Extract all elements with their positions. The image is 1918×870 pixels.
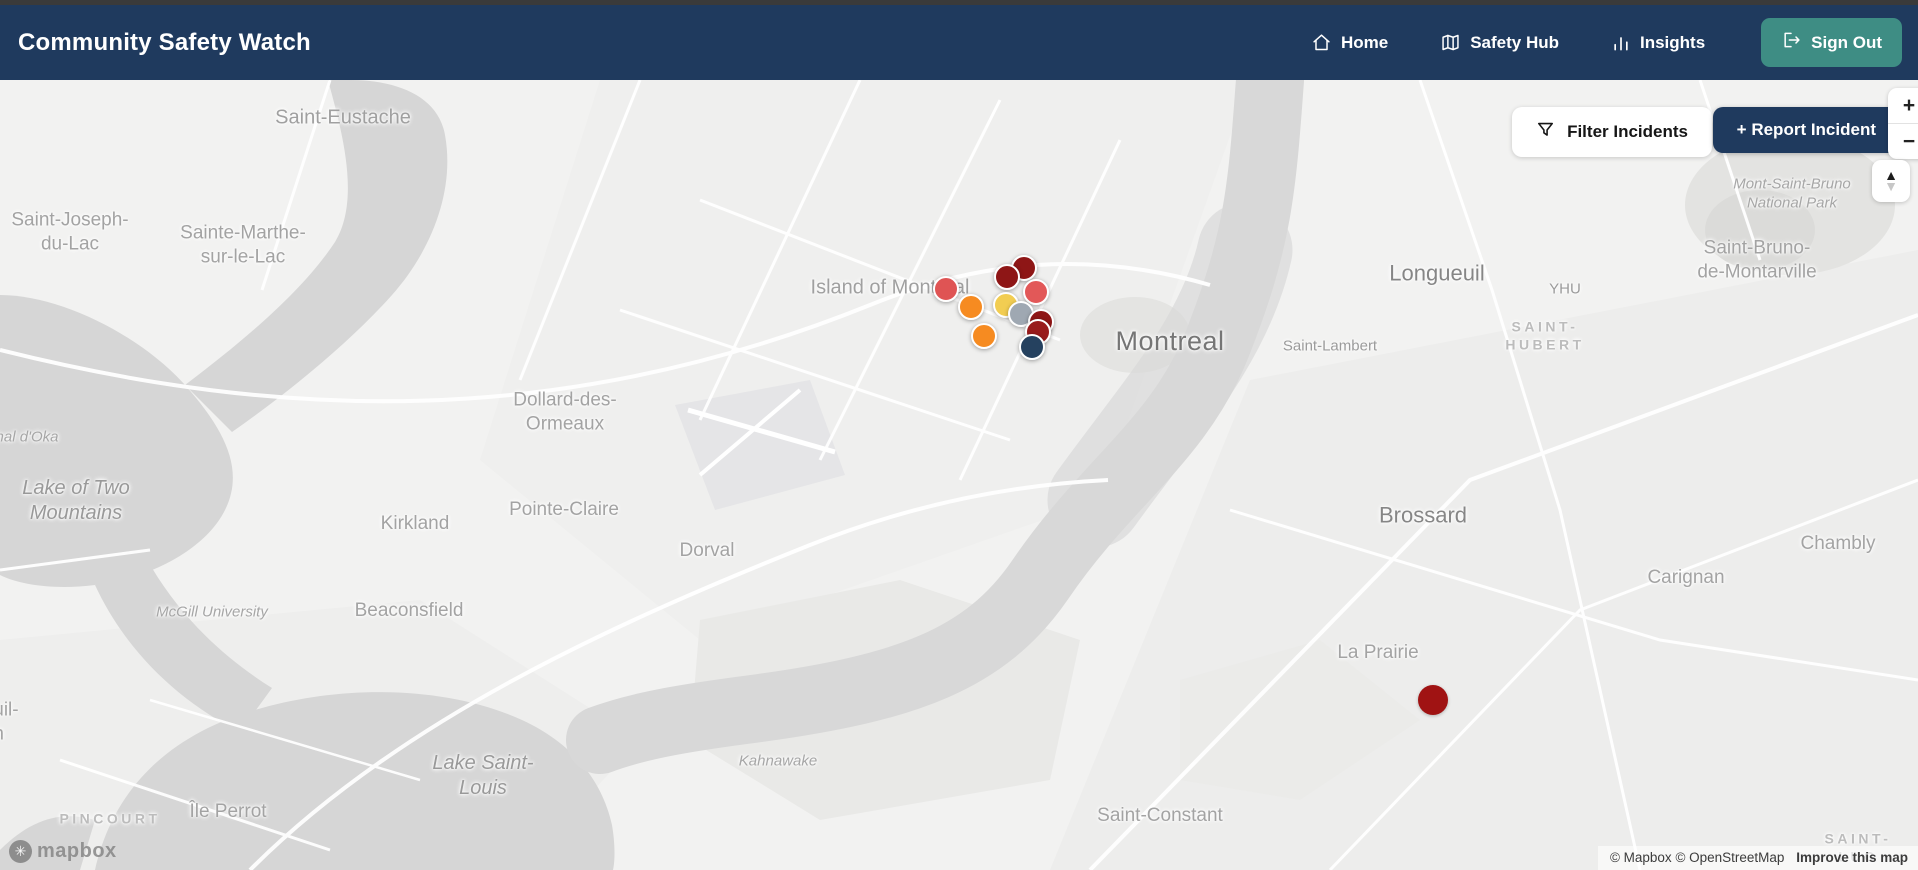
main-nav: Home Safety Hub Insights Sign Out [1311,18,1902,67]
filter-incidents-label: Filter Incidents [1567,122,1688,141]
nav-item-insights[interactable]: Insights [1611,33,1705,53]
map-zoom-control: + − [1888,88,1918,159]
nav-item-safety-hub[interactable]: Safety Hub [1440,32,1559,53]
nav-label: Safety Hub [1470,32,1559,52]
improve-map-link[interactable]: Improve this map [1796,850,1908,865]
zoom-in-button[interactable]: + [1888,88,1918,123]
map-pitch-control[interactable]: ▲ ▼ [1872,160,1910,202]
incident-marker[interactable] [971,323,997,349]
incident-marker[interactable] [994,264,1020,290]
sign-out-label: Sign Out [1811,32,1882,52]
filter-incidents-button[interactable]: Filter Incidents [1512,107,1712,157]
pitch-down-icon: ▼ [1884,178,1898,194]
osm-attribution-link[interactable]: © OpenStreetMap [1675,850,1784,865]
app-header: Community Safety Watch Home Safety Hub I… [0,5,1918,80]
map-canvas [0,80,1918,870]
nav-item-home[interactable]: Home [1311,32,1388,53]
report-incident-button[interactable]: + Report Incident [1712,107,1900,153]
mapbox-logo[interactable]: ✳ mapbox [9,840,117,863]
incident-marker[interactable] [958,294,984,320]
mapbox-logo-icon: ✳ [9,840,32,863]
incident-marker[interactable] [933,276,959,302]
nav-label: Home [1340,32,1389,52]
map-attribution: © Mapbox © OpenStreetMap Improve this ma… [1597,846,1918,870]
incident-marker[interactable] [1019,334,1045,360]
incident-marker[interactable] [1023,279,1049,305]
bar-chart-icon [1611,33,1631,53]
home-icon [1311,32,1332,53]
zoom-out-button[interactable]: − [1888,124,1918,159]
mapbox-wordmark: mapbox [37,840,117,862]
sign-out-icon [1781,30,1801,55]
funnel-icon [1536,120,1555,144]
mapbox-attribution-link[interactable]: © Mapbox [1610,850,1672,865]
sign-out-button[interactable]: Sign Out [1761,18,1902,67]
incident-marker[interactable] [1418,685,1448,715]
app-title: Community Safety Watch [18,28,311,56]
nav-label: Insights [1640,32,1706,52]
map-icon [1440,32,1461,53]
map[interactable]: Saint-Eustache Saint-Joseph- du-Lac Sainte… [0,80,1918,870]
